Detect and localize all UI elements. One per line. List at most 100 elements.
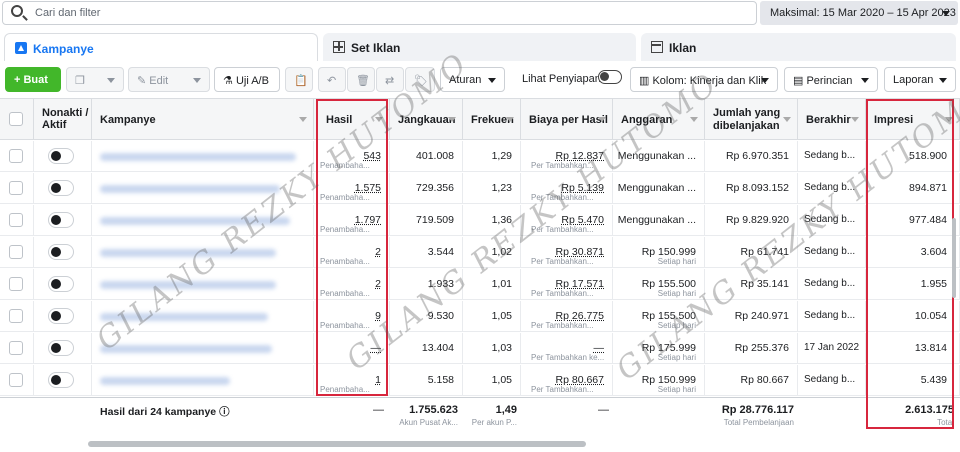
budget-type: Setiap hari [658, 257, 696, 266]
campaign-name-redacted [100, 185, 280, 193]
reach-cell: 719.509 [390, 205, 463, 236]
abtest-label: Uji A/B [236, 75, 269, 87]
tab-label: Kampanye [33, 42, 94, 56]
chevron-down-icon [107, 78, 115, 83]
create-button[interactable]: + Buat [5, 67, 61, 92]
reach-cell: 5.158 [390, 365, 463, 396]
search-icon [11, 5, 23, 17]
horizontal-scrollbar[interactable] [88, 441, 586, 447]
reach-cell: 401.008 [390, 141, 463, 172]
row-select-cell [0, 173, 34, 204]
ab-test-button[interactable]: ⚗ Uji A/B [214, 67, 280, 92]
header-cost-per-result[interactable]: Biaya per Hasil [521, 99, 613, 140]
select-all-checkbox[interactable] [9, 112, 23, 126]
chevron-down-icon [942, 11, 950, 16]
header-select [0, 99, 34, 140]
row-toggle-cell [34, 365, 92, 396]
sort-icon [506, 117, 514, 122]
preview-icon: ⇄ [385, 75, 394, 87]
breakdown-dropdown[interactable]: ▤ Perincian [784, 67, 878, 92]
campaign-status-toggle[interactable] [48, 148, 74, 164]
budget-cell[interactable]: Menggunakan ... [613, 173, 705, 204]
campaign-status-toggle[interactable] [48, 180, 74, 196]
sort-icon [851, 117, 859, 122]
campaign-status-toggle[interactable] [48, 372, 74, 388]
date-range-picker[interactable]: Maksimal: 15 Mar 2020 – 15 Apr 2023 [760, 1, 958, 25]
footer-frequency: 1,49 [463, 404, 517, 416]
row-checkbox[interactable] [9, 245, 23, 259]
reports-dropdown[interactable]: Laporan [884, 67, 956, 92]
campaign-status-toggle[interactable] [48, 276, 74, 292]
ends-cell: Sedang b... [798, 269, 866, 300]
tab-campaigns[interactable]: Kampanye [4, 33, 318, 61]
search-input[interactable]: Cari dan filter [2, 1, 757, 25]
campaign-status-toggle[interactable] [48, 308, 74, 324]
cpr-cell: Rp 80.667 Per Tambahkan... [521, 365, 613, 396]
campaign-status-toggle[interactable] [48, 244, 74, 260]
tab-adsets[interactable]: Set Iklan [323, 33, 636, 61]
row-checkbox[interactable] [9, 277, 23, 291]
row-checkbox[interactable] [9, 213, 23, 227]
header-label: Biaya per Hasil [529, 114, 608, 126]
row-checkbox[interactable] [9, 181, 23, 195]
campaign-name-cell[interactable] [92, 141, 314, 172]
row-select-cell [0, 237, 34, 268]
row-checkbox[interactable] [9, 373, 23, 387]
row-toggle-cell [34, 205, 92, 236]
chevron-down-icon [861, 78, 869, 83]
frequency-cell: 1,29 [463, 141, 521, 172]
duplicate-button[interactable]: ❐ [66, 67, 124, 92]
campaign-status-toggle[interactable] [48, 340, 74, 356]
breakdown-icon: ▤ [793, 75, 803, 87]
sort-icon [299, 117, 307, 122]
info-icon: ⓘ [219, 406, 230, 418]
campaign-status-toggle[interactable] [48, 212, 74, 228]
budget-value: Menggunakan ... [618, 182, 696, 194]
flask-icon: ⚗ [223, 75, 233, 87]
header-label: Jumlah yang dibelanjakan [713, 107, 780, 132]
row-toggle-cell [34, 301, 92, 332]
header-label: Berakhir [806, 114, 851, 126]
spent-cell: Rp 80.667 [705, 365, 798, 396]
ends-cell: Sedang b... [798, 301, 866, 332]
ad-icon [651, 41, 663, 53]
grid-icon [333, 41, 345, 53]
header-onoff[interactable]: Nonakti / Aktif [34, 99, 92, 140]
clipboard-button[interactable]: 📋 [285, 67, 313, 92]
delete-button[interactable]: 🗑 [347, 67, 375, 92]
frequency-cell: 1,05 [463, 301, 521, 332]
budget-cell[interactable]: Menggunakan ... [613, 205, 705, 236]
row-toggle-cell [34, 269, 92, 300]
header-ends[interactable]: Berakhir [798, 99, 866, 140]
spent-cell: Rp 255.376 [705, 333, 798, 364]
search-placeholder: Cari dan filter [35, 7, 100, 19]
footer-reach: 1.755.623 [390, 404, 458, 416]
header-amount-spent[interactable]: Jumlah yang dibelanjakan [705, 99, 798, 140]
row-select-cell [0, 205, 34, 236]
copy-icon: ❐ [75, 75, 85, 87]
footer-reach-sub: Akun Pusat Ak... [390, 418, 458, 427]
vertical-scrollbar[interactable] [952, 218, 956, 298]
budget-value: Menggunakan ... [618, 214, 696, 226]
row-toggle-cell [34, 173, 92, 204]
tab-ads[interactable]: Iklan [641, 33, 956, 61]
row-toggle-cell [34, 237, 92, 268]
chevron-down-icon [761, 78, 769, 83]
row-select-cell [0, 365, 34, 396]
campaign-name-redacted [100, 377, 230, 385]
header-frequency[interactable]: Frekuen [463, 99, 521, 140]
row-select-cell [0, 141, 34, 172]
header-campaign[interactable]: Kampanye [92, 99, 314, 140]
cpr-type: Per Tambahkan... [531, 289, 594, 298]
row-checkbox[interactable] [9, 341, 23, 355]
undo-button[interactable]: ↶ [318, 67, 346, 92]
edit-button[interactable]: ✎ Edit [128, 67, 210, 92]
row-checkbox[interactable] [9, 149, 23, 163]
view-setup-toggle[interactable] [598, 70, 622, 84]
row-checkbox[interactable] [9, 309, 23, 323]
tab-label: Iklan [669, 41, 696, 55]
budget-cell[interactable]: Rp 150.999 Setiap hari [613, 237, 705, 268]
campaign-name-cell[interactable] [92, 365, 314, 396]
footer-label-text: Hasil dari 24 kampanye [100, 406, 216, 418]
cpr-cell: Rp 26.775 Per Tambahkan... [521, 301, 613, 332]
